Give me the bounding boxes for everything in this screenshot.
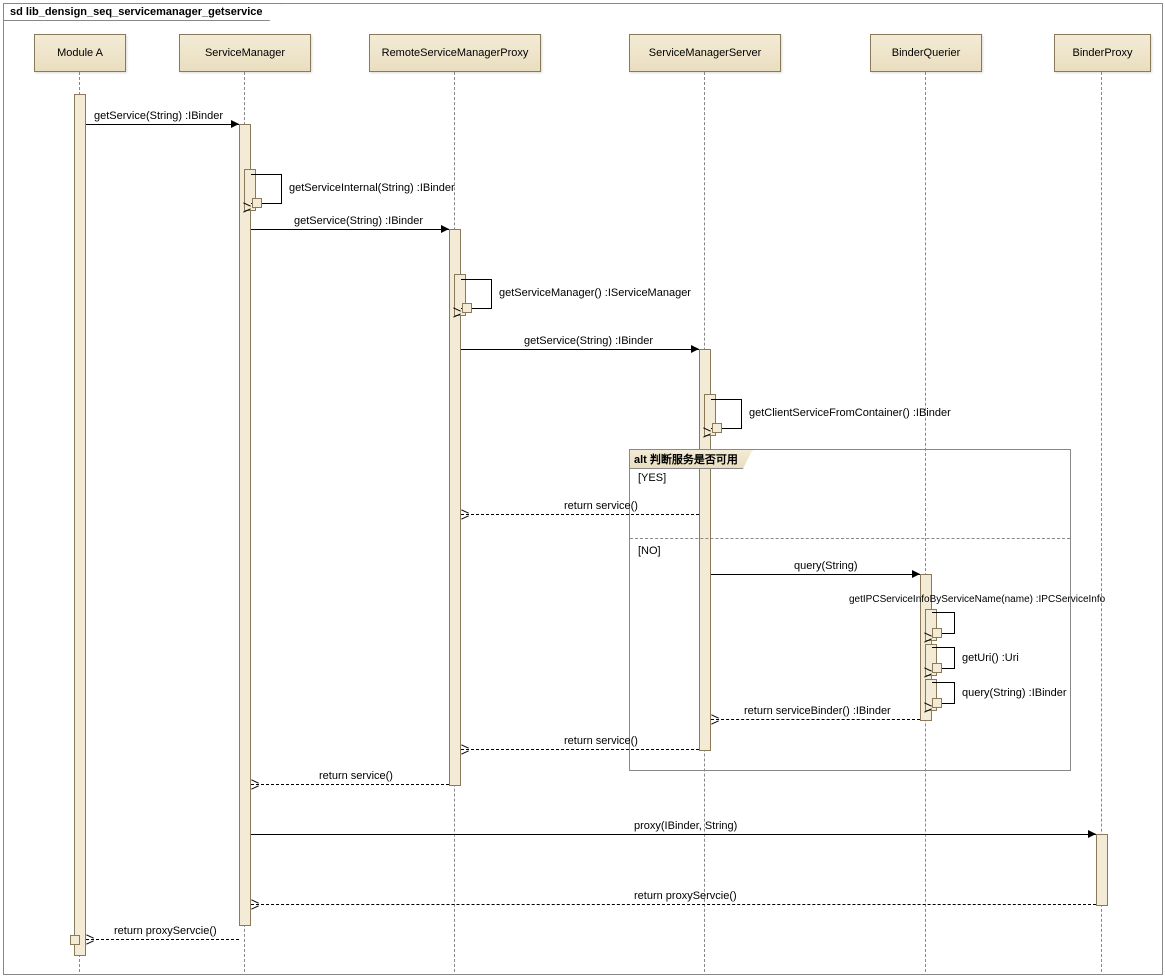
message-label: proxy(IBinder, String) [634,820,737,832]
return-arrow [461,749,699,750]
alt-label: alt 判断服务是否可用 [629,449,753,469]
message-label: query(String) [794,560,858,572]
message-label: getClientServiceFromContainer() :IBinder [749,407,951,419]
lifeline-sm-server: ServiceManagerServer [629,34,781,72]
arrowhead-icon [1088,830,1096,838]
message-label: getService(String) :IBinder [524,335,653,347]
message-arrow [251,229,449,230]
activation [1096,834,1108,906]
message-arrow [251,834,1096,835]
arrowhead-icon [912,570,920,578]
message-label: query(String) :IBinder [962,687,1067,699]
arrowhead-icon [441,225,449,233]
sequence-diagram-frame: sd lib_densign_seq_servicemanager_getser… [3,3,1163,975]
activation-marker [932,628,942,638]
message-arrow [86,124,239,125]
message-label: getService(String) :IBinder [294,215,423,227]
message-label: getServiceManager() :IServiceManager [499,287,691,299]
message-label: return proxyServcie() [114,925,217,937]
return-arrow [86,939,239,940]
return-arrow [711,719,920,720]
lifeline-binder-querier: BinderQuerier [870,34,982,72]
alt-fragment: alt 判断服务是否可用 [YES] [NO] [629,449,1071,771]
return-arrow [251,904,1096,905]
message-label: getUri() :Uri [962,652,1019,664]
message-arrow [711,574,920,575]
alt-guard-no: [NO] [638,545,661,557]
activation-marker [462,303,472,313]
diagram-title: sd lib_densign_seq_servicemanager_getser… [4,4,282,21]
lifeline-module-a: Module A [34,34,126,72]
activation [239,124,251,926]
message-label: return service() [564,735,638,747]
message-label: return service() [319,770,393,782]
message-label: getService(String) :IBinder [94,110,223,122]
message-label: getIPCServiceInfoByServiceName(name) :IP… [849,594,1105,605]
lifeline-remote-proxy: RemoteServiceManagerProxy [369,34,541,72]
lifeline-binder-proxy: BinderProxy [1054,34,1151,72]
activation-marker [252,198,262,208]
lifeline-service-manager: ServiceManager [179,34,311,72]
message-label: return proxyServcie() [634,890,737,902]
activation-marker [932,698,942,708]
return-arrow [461,514,699,515]
message-arrow [461,349,699,350]
message-label: return service() [564,500,638,512]
alt-guard-yes: [YES] [638,472,666,484]
alt-separator [630,538,1070,539]
activation-marker [70,935,80,945]
activation-marker [712,423,722,433]
activation-marker [932,663,942,673]
return-arrow [251,784,449,785]
message-label: getServiceInternal(String) :IBinder [289,182,455,194]
arrowhead-icon [691,345,699,353]
activation [74,94,86,956]
arrowhead-icon [231,120,239,128]
message-label: return serviceBinder() :IBinder [744,705,891,717]
